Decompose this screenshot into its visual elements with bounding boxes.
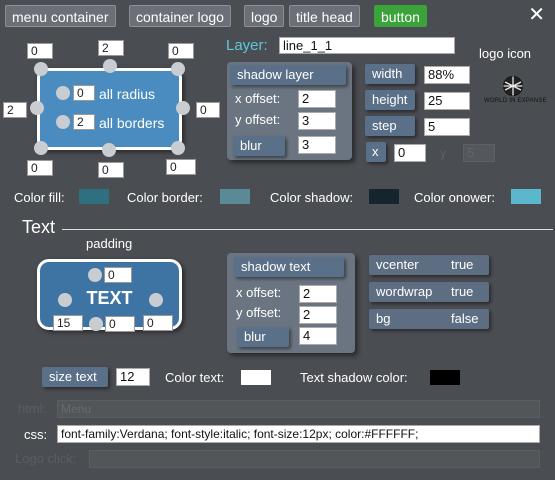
text-section-divider (62, 229, 553, 230)
all-radius-label: all radius (99, 86, 156, 102)
toggle-vcenter-value: true (451, 257, 474, 272)
color-text-swatch[interactable] (241, 370, 271, 385)
pad-top-handle[interactable] (88, 268, 102, 282)
padding-label: padding (86, 236, 133, 251)
shadow-layer-x-input[interactable]: 2 (298, 90, 336, 108)
handle-bottom-right[interactable] (171, 141, 185, 155)
css-label: css: (24, 427, 48, 442)
html-input-value: Menu (61, 402, 92, 416)
all-borders-label: all borders (99, 115, 165, 131)
color-border-swatch[interactable] (220, 189, 250, 204)
color-shadow-label: Color shadow: (270, 190, 354, 205)
radius-handle[interactable] (56, 86, 70, 100)
tab-logo[interactable]: logo (244, 5, 285, 27)
pad-bottom-handle[interactable] (89, 317, 103, 331)
tab-container-logo[interactable]: container logo (129, 5, 231, 27)
toggle-wordwrap-label: wordwrap (376, 284, 433, 299)
corner-bottom-right-input[interactable]: 0 (166, 159, 196, 175)
text-shadow-color-label: Text shadow color: (300, 370, 408, 385)
layer-preview-box (37, 68, 182, 150)
handle-top-center[interactable] (103, 59, 117, 73)
logo-click-input[interactable] (89, 450, 540, 468)
toggle-wordwrap-value: true (451, 284, 474, 299)
shadow-text-x-input[interactable]: 2 (299, 285, 337, 303)
borders-handle[interactable] (56, 115, 70, 129)
toggle-bg-label: bg (376, 311, 391, 326)
toggle-vcenter-label: vcenter (376, 257, 419, 272)
corner-top-right-input[interactable]: 0 (168, 43, 194, 59)
handle-bottom-left[interactable] (34, 141, 48, 155)
handle-top-right[interactable] (171, 62, 185, 76)
shadow-layer-y-label: y offset: (235, 112, 281, 127)
text-section-heading: Text (22, 217, 56, 237)
layer-label: Layer: (226, 37, 268, 54)
handle-bottom-center[interactable] (102, 143, 116, 157)
logo-click-label: Logo click: (15, 451, 77, 466)
step-input[interactable]: 5 (424, 118, 470, 136)
html-input[interactable]: Menu (57, 400, 540, 418)
shadow-text-button[interactable]: shadow text (234, 257, 344, 277)
y-input[interactable]: 5 (463, 144, 495, 162)
shadow-text-y-input[interactable]: 2 (299, 306, 337, 324)
y-label: y (440, 145, 447, 160)
handle-left[interactable] (30, 101, 44, 115)
shadow-text-y-label: y offset: (236, 305, 282, 320)
x-button[interactable]: x (366, 142, 386, 162)
tab-title-head[interactable]: title head (289, 5, 360, 27)
color-text-label: Color text: (165, 370, 225, 385)
step-button[interactable]: step (365, 116, 415, 136)
all-borders-input[interactable]: 2 (73, 114, 95, 130)
shadow-layer-button[interactable]: shadow layer (230, 65, 346, 85)
text-shadow-color-swatch[interactable] (430, 370, 460, 385)
size-text-button[interactable]: size text (42, 367, 108, 387)
toggle-wordwrap[interactable]: wordwrap true (369, 282, 489, 302)
corner-bottom-center-input[interactable]: 0 (98, 162, 124, 178)
height-button[interactable]: height (365, 90, 415, 110)
x-input[interactable]: 0 (394, 144, 426, 162)
pad-right-input[interactable]: 0 (143, 315, 173, 331)
toggle-bg-value: false (451, 311, 479, 326)
tab-button[interactable]: button (374, 5, 427, 27)
pad-right-handle[interactable] (149, 293, 163, 307)
color-onower-label: Color onower: (414, 190, 495, 205)
css-input[interactable]: font-family:Verdana; font-style:italic; … (57, 425, 540, 443)
pad-left-handle[interactable] (58, 293, 72, 307)
pad-left-input[interactable]: 15 (53, 315, 83, 331)
handle-right[interactable] (176, 101, 190, 115)
size-text-input[interactable]: 12 (116, 368, 150, 386)
logo-icon-label: logo icon (479, 46, 532, 61)
width-input[interactable]: 88% (424, 66, 470, 84)
html-label: html: (18, 401, 47, 416)
corner-left-input[interactable]: 2 (3, 102, 27, 118)
toggle-bg[interactable]: bg false (369, 309, 489, 329)
close-icon[interactable]: ✕ (528, 2, 545, 27)
width-button[interactable]: width (365, 64, 415, 84)
color-fill-label: Color fill: (14, 190, 65, 205)
shadow-text-blur-input[interactable]: 4 (299, 327, 337, 345)
logo-caption: WORLD IN EXPANSE (484, 98, 547, 104)
color-shadow-swatch[interactable] (369, 189, 399, 204)
tab-menu-container[interactable]: menu container (5, 5, 116, 27)
color-onower-swatch[interactable] (511, 189, 541, 204)
shadow-layer-x-label: x offset: (235, 91, 281, 106)
height-input[interactable]: 25 (424, 92, 470, 110)
shadow-layer-y-input[interactable]: 3 (298, 112, 336, 130)
corner-bottom-left-input[interactable]: 0 (27, 160, 53, 176)
color-border-label: Color border: (127, 190, 203, 205)
color-fill-swatch[interactable] (79, 189, 109, 204)
all-radius-input[interactable]: 0 (73, 85, 95, 101)
corner-top-center-input[interactable]: 2 (98, 40, 124, 56)
shadow-text-blur-button[interactable]: blur (237, 327, 289, 347)
corner-right-input[interactable]: 0 (196, 102, 220, 118)
shadow-text-x-label: x offset: (236, 285, 282, 300)
toggle-vcenter[interactable]: vcenter true (369, 255, 489, 275)
pad-top-input[interactable]: 0 (104, 267, 132, 283)
handle-top-left[interactable] (34, 62, 48, 76)
globe-icon[interactable] (502, 75, 524, 97)
corner-top-left-input[interactable]: 0 (27, 43, 53, 59)
shadow-layer-blur-button[interactable]: blur (233, 136, 285, 156)
pad-bottom-input[interactable]: 0 (105, 316, 135, 332)
layer-name-input[interactable]: line_1_1 (279, 37, 455, 54)
shadow-layer-blur-input[interactable]: 3 (298, 136, 336, 154)
